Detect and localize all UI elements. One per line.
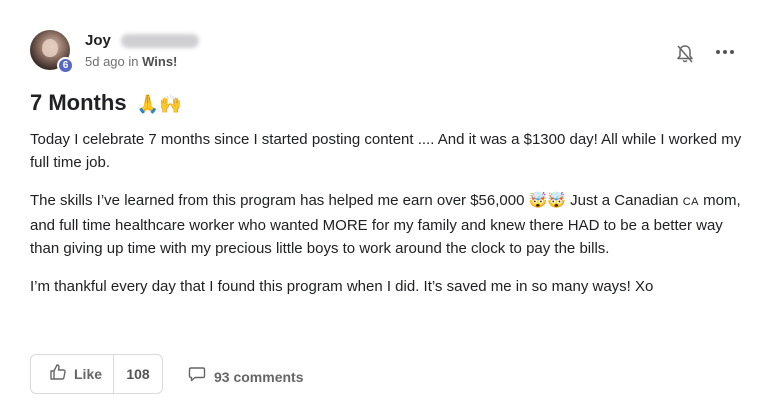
post-body: Today I celebrate 7 months since I start… [30,128,750,313]
author-name[interactable]: Joy [85,32,111,49]
author-avatar[interactable]: 6 [30,30,74,74]
flag-ca: CA [682,196,699,208]
like-button[interactable]: Like [31,355,114,393]
paragraph-text: I’m thankful every day that I found this… [30,278,654,295]
like-count[interactable]: 108 [114,366,162,382]
title-emojis: 🙏🙌 [136,94,182,114]
speech-bubble-icon [188,365,206,388]
post-title: 7 Months 🙏🙌 [30,90,182,116]
like-label: Like [74,366,103,382]
post-paragraph: Today I celebrate 7 months since I start… [30,128,750,174]
level-badge: 6 [57,57,74,74]
post-category[interactable]: Wins! [142,54,177,69]
paragraph-text: The skills I’ve learned from this progra… [30,192,683,209]
more-horizontal-icon[interactable] [714,42,736,62]
post-paragraph: The skills I’ve learned from this progra… [30,189,750,260]
redacted-surname [121,34,199,48]
like-control: Like 108 [30,354,163,394]
bell-off-icon[interactable] [676,44,694,64]
post-time: 5d ago in [85,54,143,69]
comments-label: 93 comments [214,368,304,385]
comments-button[interactable]: 93 comments [188,365,303,388]
post-header: 6 Joy 5d ago in Wins! [30,30,741,74]
paragraph-text: Today I celebrate 7 months since I start… [30,131,742,171]
post-title-text: 7 Months [30,90,127,115]
post-meta: 5d ago in Wins! [85,54,177,69]
post-paragraph: I’m thankful every day that I found this… [30,275,750,298]
thumbs-up-icon [49,363,67,386]
